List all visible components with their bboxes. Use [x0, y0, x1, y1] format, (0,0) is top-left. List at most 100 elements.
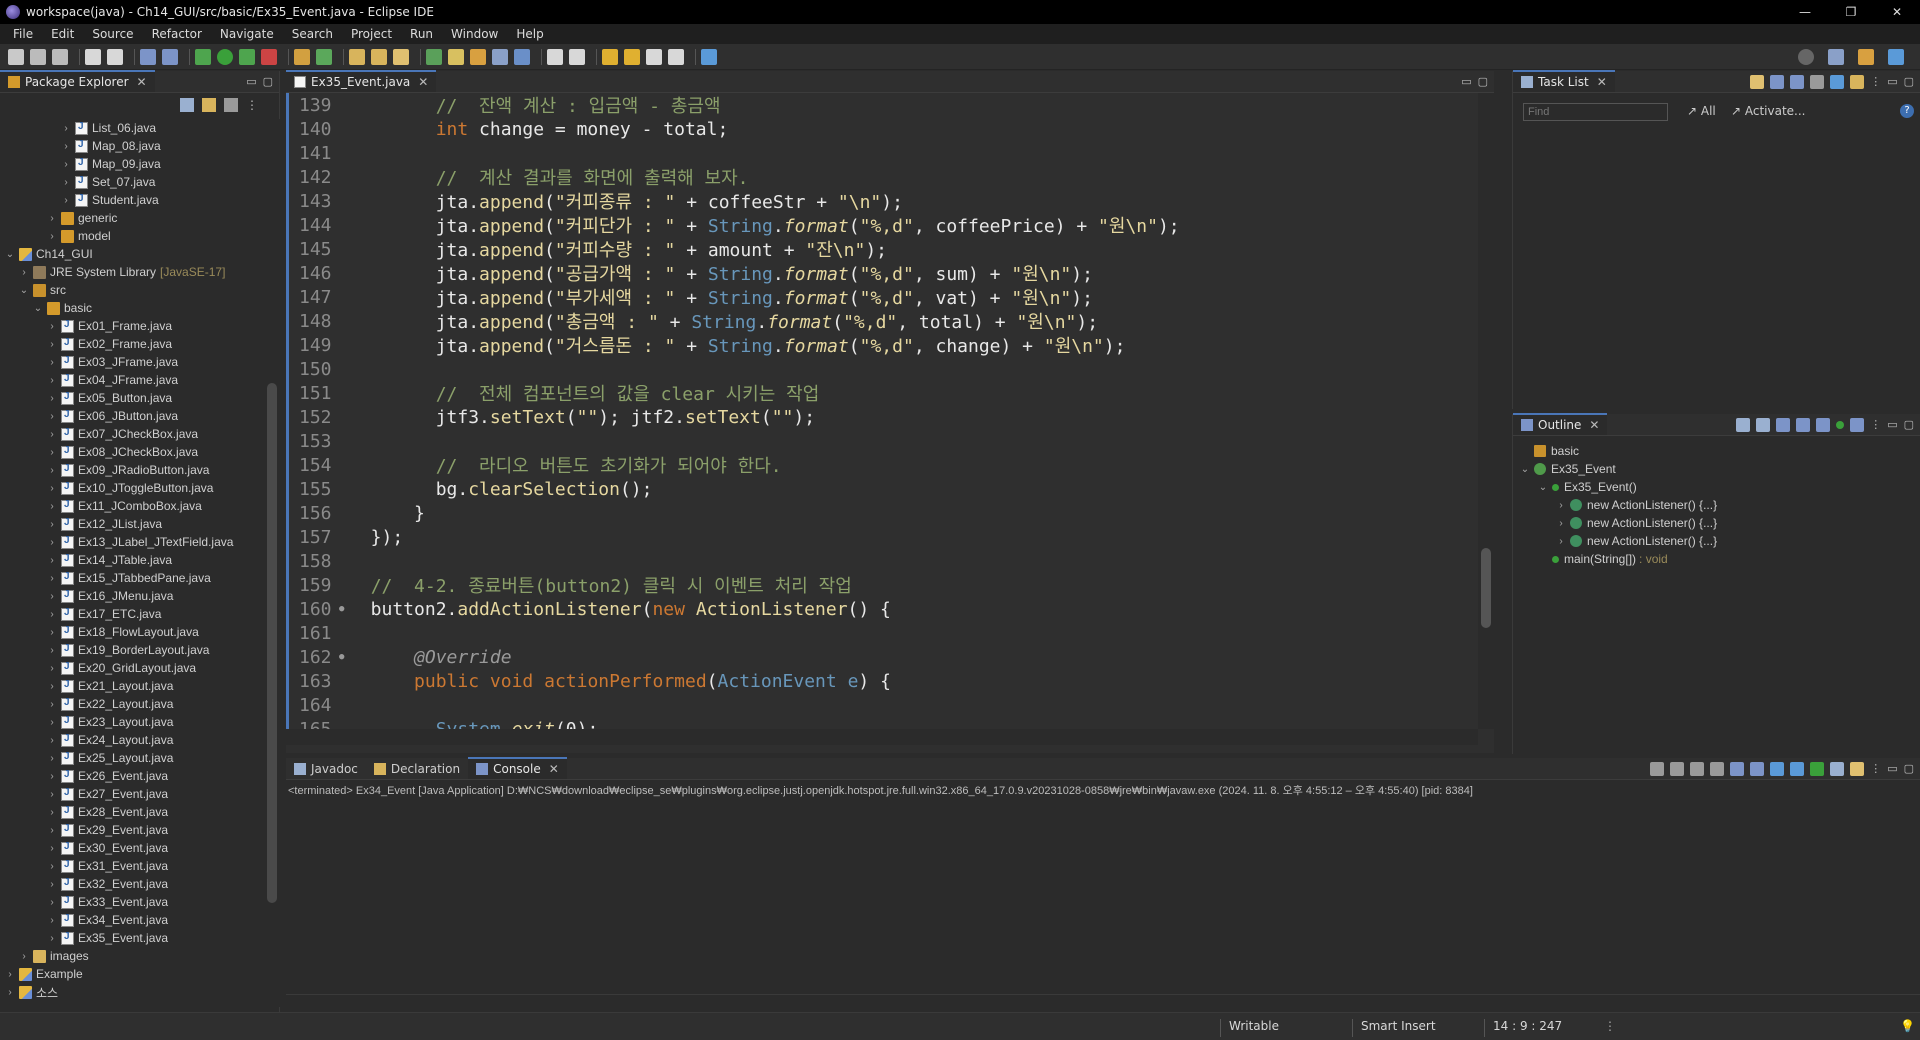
tab-package-explorer[interactable]: Package Explorer ✕	[0, 70, 155, 92]
show-on-error-icon[interactable]	[1790, 762, 1805, 776]
minimize-view-icon[interactable]: ▭	[1887, 75, 1897, 89]
tree-item[interactable]: › Ex25_Layout.java	[0, 749, 264, 767]
console-horizontal-scrollbar[interactable]	[286, 994, 1920, 1010]
task-all-filter[interactable]: ↗ All	[1687, 104, 1716, 118]
scrollbar-thumb[interactable]	[1481, 548, 1491, 628]
terminate-icon[interactable]	[1650, 762, 1665, 776]
pin-console-icon[interactable]	[1810, 762, 1825, 776]
code-line[interactable]: 143 jta.append("커피종류 : " + coffeeStr + "…	[289, 189, 1476, 214]
chevron-right-icon[interactable]: ›	[46, 771, 58, 782]
menu-refactor[interactable]: Refactor	[143, 27, 211, 41]
tree-item[interactable]: › Ex07_JCheckBox.java	[0, 425, 264, 443]
chevron-right-icon[interactable]: ›	[4, 987, 16, 998]
help-icon[interactable]: ?	[1900, 104, 1914, 118]
tree-item[interactable]: › Ex31_Event.java	[0, 857, 264, 875]
code-line[interactable]: 158	[289, 549, 1476, 573]
maximize-view-icon[interactable]: ▢	[1904, 762, 1914, 776]
chevron-right-icon[interactable]: ›	[46, 717, 58, 728]
chevron-right-icon[interactable]: ›	[46, 213, 58, 224]
chevron-right-icon[interactable]: ›	[46, 375, 58, 386]
maximize-view-icon[interactable]: ▢	[1904, 75, 1914, 89]
debug-icon[interactable]	[195, 48, 211, 65]
tree-item[interactable]: › Ex02_Frame.java	[0, 335, 264, 353]
hide-local-types-icon[interactable]	[1850, 418, 1865, 432]
menu-search[interactable]: Search	[283, 27, 342, 41]
status-menu-icon[interactable]: ⋮	[1604, 1019, 1616, 1033]
chevron-right-icon[interactable]: ›	[18, 951, 30, 962]
outline-item[interactable]: basic	[1513, 442, 1920, 460]
chevron-right-icon[interactable]: ›	[46, 789, 58, 800]
chevron-right-icon[interactable]: ›	[60, 123, 72, 134]
close-icon[interactable]: ✕	[137, 75, 147, 89]
outline-item[interactable]: ⌄ Ex35_Event	[1513, 460, 1920, 478]
chevron-right-icon[interactable]: ›	[60, 159, 72, 170]
remove-launch-icon[interactable]	[1670, 762, 1685, 776]
chevron-right-icon[interactable]: ›	[60, 195, 72, 206]
new-task-icon[interactable]	[1750, 75, 1765, 89]
scrollbar-thumb[interactable]	[267, 383, 277, 903]
maximize-view-icon[interactable]: ▢	[1478, 75, 1488, 88]
chevron-right-icon[interactable]: ›	[60, 177, 72, 188]
chevron-right-icon[interactable]: ›	[46, 645, 58, 656]
tree-item[interactable]: › 소스	[0, 983, 264, 1001]
redo-icon[interactable]	[107, 48, 123, 65]
tree-item[interactable]: › JRE System Library [JavaSE-17]	[0, 263, 264, 281]
toggle-block-icon[interactable]	[470, 48, 486, 65]
tree-item[interactable]: › List_06.java	[0, 119, 264, 137]
code-line[interactable]: 161	[289, 621, 1476, 645]
chevron-right-icon[interactable]: ›	[1555, 518, 1567, 529]
close-icon[interactable]: ✕	[418, 75, 428, 89]
menu-file[interactable]: File	[4, 27, 42, 41]
tab-ex35-event[interactable]: Ex35_Event.java ✕	[286, 70, 437, 92]
code-line[interactable]: 140 int change = money - total;	[289, 117, 1476, 141]
tree-item[interactable]: › Student.java	[0, 191, 264, 209]
save-all-icon[interactable]	[52, 48, 68, 65]
chevron-right-icon[interactable]: ›	[1555, 536, 1567, 547]
prev-annotation-icon[interactable]	[569, 48, 585, 65]
cursor-position-status[interactable]: 14 : 9 : 247	[1484, 1019, 1562, 1037]
code-line[interactable]: 147 jta.append("부가세액 : " + String.format…	[289, 285, 1476, 310]
hide-completed-icon[interactable]	[1810, 75, 1825, 89]
last-edit-icon[interactable]	[602, 48, 618, 65]
tree-item[interactable]: › Ex20_GridLayout.java	[0, 659, 264, 677]
chevron-right-icon[interactable]: ›	[46, 609, 58, 620]
open-perspective-icon[interactable]	[1828, 49, 1844, 65]
tree-item[interactable]: › Map_09.java	[0, 155, 264, 173]
outline-item[interactable]: › new ActionListener() {...}	[1513, 514, 1920, 532]
tree-item[interactable]: › Ex10_JToggleButton.java	[0, 479, 264, 497]
chevron-right-icon[interactable]: ›	[46, 429, 58, 440]
outline-item[interactable]: main(String[]): void	[1513, 550, 1920, 568]
menu-help[interactable]: Help	[507, 27, 552, 41]
view-menu-icon[interactable]: ⋮	[1870, 762, 1881, 776]
hide-static-icon[interactable]	[1816, 418, 1831, 432]
tree-item[interactable]: › Ex14_JTable.java	[0, 551, 264, 569]
new-icon[interactable]	[8, 48, 24, 65]
code-line[interactable]: 159 // 4-2. 종료버튼(button2) 클릭 시 이벤트 처리 작업	[289, 573, 1476, 598]
menu-navigate[interactable]: Navigate	[211, 27, 283, 41]
chevron-right-icon[interactable]: ›	[46, 843, 58, 854]
code-line[interactable]: 150	[289, 357, 1476, 381]
chevron-down-icon[interactable]: ⌄	[1537, 482, 1549, 493]
tab-outline[interactable]: Outline ✕	[1513, 413, 1608, 435]
tree-item[interactable]: › Ex33_Event.java	[0, 893, 264, 911]
tree-item[interactable]: › Ex34_Event.java	[0, 911, 264, 929]
outline-item[interactable]: › new ActionListener() {...}	[1513, 496, 1920, 514]
menu-run[interactable]: Run	[401, 27, 442, 41]
chevron-right-icon[interactable]: ›	[46, 411, 58, 422]
chevron-right-icon[interactable]: ›	[46, 879, 58, 890]
chevron-down-icon[interactable]: ⌄	[4, 249, 16, 260]
search-tool-icon[interactable]	[393, 48, 409, 65]
tree-item[interactable]: › Ex29_Event.java	[0, 821, 264, 839]
annotation-icon[interactable]	[448, 48, 464, 65]
tree-item[interactable]: › Ex06_JButton.java	[0, 407, 264, 425]
menu-window[interactable]: Window	[442, 27, 507, 41]
maximize-view-icon[interactable]: ▢	[263, 75, 273, 88]
run-icon[interactable]	[217, 48, 233, 65]
tree-item[interactable]: › Ex26_Event.java	[0, 767, 264, 785]
minimize-view-icon[interactable]: ▭	[1461, 75, 1471, 88]
scroll-lock-icon[interactable]	[1730, 762, 1745, 776]
tree-item[interactable]: › Example	[0, 965, 264, 983]
minimize-button[interactable]: —	[1782, 0, 1828, 24]
skip-breakpoints-icon[interactable]	[162, 48, 178, 65]
view-menu-icon[interactable]: ⋮	[246, 98, 258, 112]
